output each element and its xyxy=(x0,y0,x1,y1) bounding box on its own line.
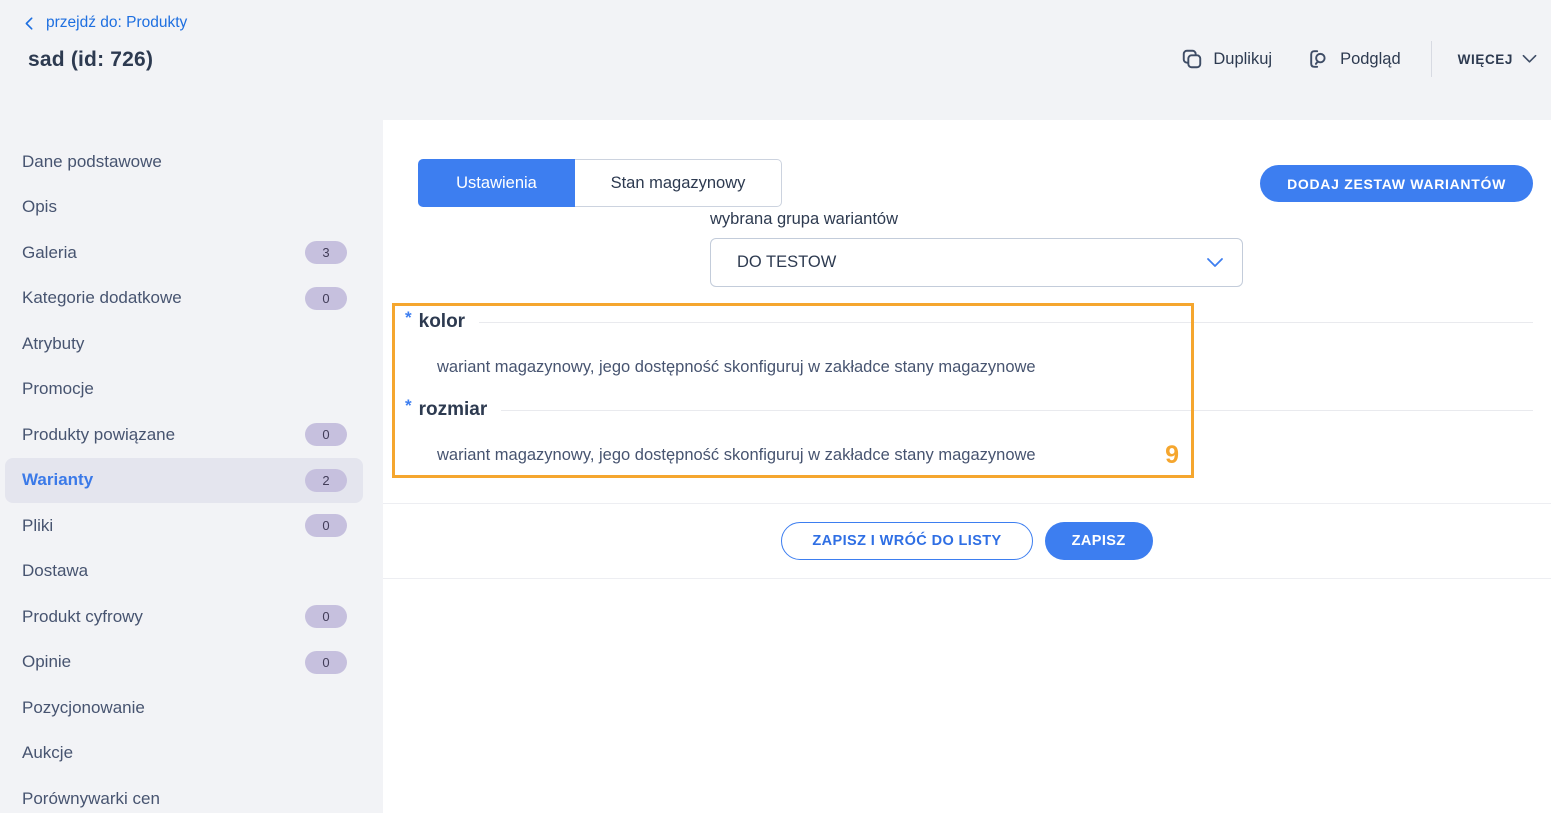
page-header: przejdź do: Produkty sad (id: 726) Dupli… xyxy=(0,0,1551,120)
variant-group-label: wybrana grupa wariantów xyxy=(710,210,898,229)
preview-label: Podgląd xyxy=(1340,50,1401,69)
sidebar-item-produkty-powiazane[interactable]: Produkty powiązane0 xyxy=(0,412,383,458)
more-label: WIĘCEJ xyxy=(1458,52,1513,67)
count-badge: 0 xyxy=(305,514,347,537)
header-actions: Duplikuj Podgląd WIĘCEJ xyxy=(1181,40,1537,78)
variant-name: kolor xyxy=(419,311,465,333)
actions-divider xyxy=(1431,41,1432,77)
select-value: DO TESTOW xyxy=(737,253,1206,272)
preview-button[interactable]: Podgląd xyxy=(1308,48,1401,70)
sidebar-item-kategorie-dodatkowe[interactable]: Kategorie dodatkowe0 xyxy=(0,276,383,322)
variant-description: wariant magazynowy, jego dostępność skon… xyxy=(437,446,1036,465)
sidebar-item-aukcje[interactable]: Aukcje xyxy=(0,731,383,777)
footer-actions: ZAPISZ I WRÓĆ DO LISTY ZAPISZ xyxy=(383,503,1551,579)
more-button[interactable]: WIĘCEJ xyxy=(1458,52,1537,67)
save-and-back-button[interactable]: ZAPISZ I WRÓĆ DO LISTY xyxy=(781,522,1032,560)
annotation-number: 9 xyxy=(1165,441,1179,470)
count-badge: 0 xyxy=(305,287,347,310)
variant-tabs: Ustawienia Stan magazynowy xyxy=(418,159,782,207)
chevron-down-icon xyxy=(1522,54,1537,64)
breadcrumb-label: przejdź do: Produkty xyxy=(46,14,187,32)
breadcrumb-back-link[interactable]: przejdź do: Produkty xyxy=(22,14,187,32)
add-variant-set-button[interactable]: DODAJ ZESTAW WARIANTÓW xyxy=(1260,165,1533,202)
tab-stan-magazynowy[interactable]: Stan magazynowy xyxy=(575,159,782,207)
main-content: Ustawienia Stan magazynowy DODAJ ZESTAW … xyxy=(383,120,1551,813)
variant-group-select[interactable]: DO TESTOW xyxy=(710,238,1243,287)
sidebar-item-atrybuty[interactable]: Atrybuty xyxy=(0,321,383,367)
sidebar-item-opinie[interactable]: Opinie0 xyxy=(0,640,383,686)
sidebar-item-porownywarki-cen[interactable]: Porównywarki cen xyxy=(0,776,383,813)
page-title: sad (id: 726) xyxy=(28,48,153,72)
back-chevron-icon xyxy=(22,16,37,31)
variant-description: wariant magazynowy, jego dostępność skon… xyxy=(437,358,1036,377)
tab-ustawienia[interactable]: Ustawienia xyxy=(418,159,575,207)
count-badge: 0 xyxy=(305,651,347,674)
divider xyxy=(501,410,1533,411)
sidebar: Dane podstawowe Opis Galeria3 Kategorie … xyxy=(0,120,383,813)
preview-icon xyxy=(1308,48,1330,70)
duplicate-label: Duplikuj xyxy=(1213,50,1272,69)
count-badge: 0 xyxy=(305,423,347,446)
sidebar-item-warianty[interactable]: Warianty2 xyxy=(5,458,363,504)
variant-row-rozmiar: * rozmiar xyxy=(405,396,1533,424)
count-badge: 3 xyxy=(305,241,347,264)
variant-name: rozmiar xyxy=(419,399,488,421)
divider xyxy=(479,322,1533,323)
sidebar-item-pliki[interactable]: Pliki0 xyxy=(0,503,383,549)
required-mark: * xyxy=(405,396,412,416)
sidebar-item-pozycjonowanie[interactable]: Pozycjonowanie xyxy=(0,685,383,731)
sidebar-item-galeria[interactable]: Galeria3 xyxy=(0,230,383,276)
sidebar-menu: Dane podstawowe Opis Galeria3 Kategorie … xyxy=(0,120,383,813)
sidebar-item-opis[interactable]: Opis xyxy=(0,185,383,231)
sidebar-item-promocje[interactable]: Promocje xyxy=(0,367,383,413)
save-button[interactable]: ZAPISZ xyxy=(1045,522,1153,560)
chevron-down-icon xyxy=(1206,257,1224,268)
sidebar-item-dostawa[interactable]: Dostawa xyxy=(0,549,383,595)
required-mark: * xyxy=(405,308,412,328)
duplicate-button[interactable]: Duplikuj xyxy=(1181,48,1272,70)
variant-row-kolor: * kolor xyxy=(405,308,1533,336)
count-badge: 0 xyxy=(305,605,347,628)
duplicate-icon xyxy=(1181,48,1203,70)
sidebar-item-dane-podstawowe[interactable]: Dane podstawowe xyxy=(0,139,383,185)
sidebar-item-produkt-cyfrowy[interactable]: Produkt cyfrowy0 xyxy=(0,594,383,640)
count-badge: 2 xyxy=(305,469,347,492)
